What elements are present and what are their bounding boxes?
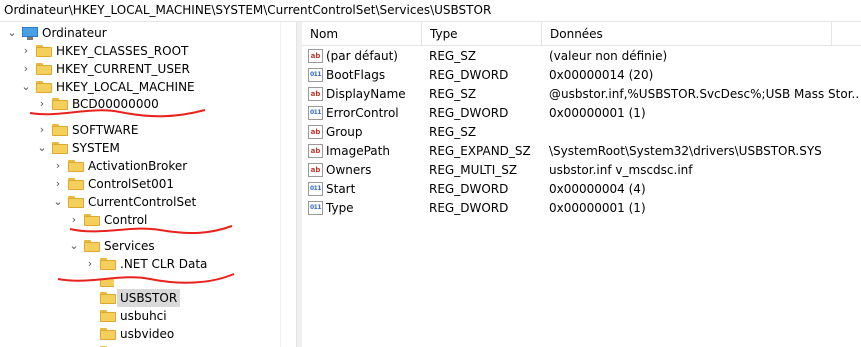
value-data: (valeur non définie) (549, 49, 668, 63)
value-data: 0x00000004 (4) (549, 182, 646, 196)
value-data: \SystemRoot\System32\drivers\USBSTOR.SYS (549, 144, 822, 158)
value-type: REG_DWORD (429, 68, 509, 82)
value-type: REG_DWORD (429, 201, 509, 215)
value-type: REG_SZ (429, 87, 477, 101)
values-header: Nom Type Données (302, 22, 861, 46)
value-name: Start (326, 182, 356, 196)
value-name: ErrorControl (326, 106, 399, 120)
tree-scrollbar[interactable] (280, 22, 296, 347)
value-name: Group (326, 125, 363, 139)
value-name: DisplayName (326, 87, 406, 101)
value-data: 0x00000001 (1) (549, 106, 646, 120)
value-name: (par défaut) (326, 49, 398, 63)
value-row[interactable]: ab ImagePath REG_EXPAND_SZ \SystemRoot\S… (302, 142, 861, 161)
value-type: REG_SZ (429, 49, 477, 63)
value-data: usbstor.inf v_mscdsc.inf (549, 163, 693, 177)
value-row[interactable]: 011 ErrorControl REG_DWORD 0x00000001 (1… (302, 104, 861, 123)
binary-value-icon: 011 (308, 201, 323, 215)
annotation-line-bcd (29, 109, 206, 118)
value-type: REG_SZ (429, 125, 477, 139)
annotation-scribbles (29, 109, 235, 284)
value-row[interactable]: 011 Start REG_DWORD 0x00000004 (4) (302, 180, 861, 199)
values-pane[interactable]: Nom Type Données ab (par défaut) REG_SZ … (302, 22, 861, 347)
value-data: 0x00000001 (1) (549, 201, 646, 215)
value-row[interactable]: ab Group REG_SZ (302, 123, 861, 142)
column-header-name[interactable]: Nom (302, 22, 422, 46)
registry-tree[interactable]: ⌄ Ordinateur › HKEY_CLASSES_ROOT › HKEY_… (0, 22, 296, 347)
value-name: BootFlags (326, 68, 386, 82)
string-value-icon: ab (308, 49, 323, 63)
value-name: Owners (326, 163, 372, 177)
binary-value-icon: 011 (308, 68, 323, 82)
string-value-icon: ab (308, 125, 323, 139)
value-type: REG_MULTI_SZ (429, 163, 518, 177)
column-header-data[interactable]: Données (542, 22, 832, 46)
address-path: Ordinateur\HKEY_LOCAL_MACHINE\SYSTEM\Cur… (4, 3, 492, 17)
value-data: 0x00000014 (20) (549, 68, 654, 82)
binary-value-icon: 011 (308, 182, 323, 196)
value-row[interactable]: 011 BootFlags REG_DWORD 0x00000014 (20) (302, 66, 861, 85)
string-value-icon: ab (308, 144, 323, 158)
value-row[interactable]: 011 Type REG_DWORD 0x00000001 (1) (302, 199, 861, 218)
value-type: REG_DWORD (429, 106, 509, 120)
string-value-icon: ab (308, 163, 323, 177)
binary-value-icon: 011 (308, 106, 323, 120)
value-name: Type (326, 201, 354, 215)
value-data: @usbstor.inf,%USBSTOR.SvcDesc%;USB Mass … (549, 87, 859, 101)
value-type: REG_EXPAND_SZ (429, 144, 531, 158)
annotation-line-control (69, 225, 233, 235)
string-value-icon: ab (308, 87, 323, 101)
value-name: ImagePath (326, 144, 390, 158)
annotation-line-services (57, 273, 235, 284)
address-bar[interactable]: Ordinateur\HKEY_LOCAL_MACHINE\SYSTEM\Cur… (0, 0, 861, 22)
value-row[interactable]: ab (par défaut) REG_SZ (valeur non défin… (302, 47, 861, 66)
value-row[interactable]: ab Owners REG_MULTI_SZ usbstor.inf v_msc… (302, 161, 861, 180)
value-type: REG_DWORD (429, 182, 509, 196)
value-row[interactable]: ab DisplayName REG_SZ @usbstor.inf,%USBS… (302, 85, 861, 104)
column-header-type[interactable]: Type (422, 22, 542, 46)
